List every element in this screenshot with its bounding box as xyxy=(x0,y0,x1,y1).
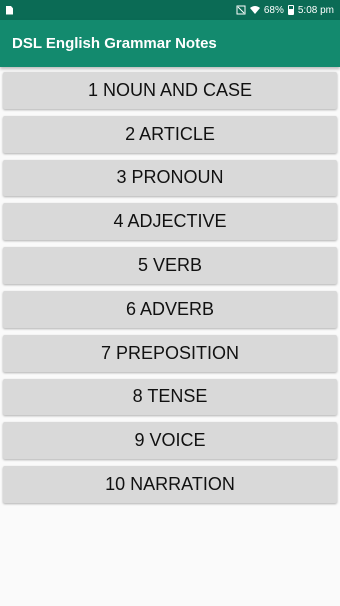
topic-button-pronoun[interactable]: 3 PRONOUN xyxy=(3,159,337,197)
clock-time: 5:08 pm xyxy=(297,4,334,16)
topic-button-adjective[interactable]: 4 ADJECTIVE xyxy=(3,203,337,241)
mute-icon xyxy=(236,5,246,15)
topic-button-adverb[interactable]: 6 ADVERB xyxy=(3,290,337,328)
topic-list: 1 NOUN AND CASE 2 ARTICLE 3 PRONOUN 4 AD… xyxy=(0,67,340,503)
topic-button-tense[interactable]: 8 TENSE xyxy=(3,378,337,416)
battery-icon xyxy=(287,5,294,15)
wifi-icon xyxy=(249,6,260,14)
status-right: 68% 5:08 pm xyxy=(236,5,334,16)
topic-button-article[interactable]: 2 ARTICLE xyxy=(3,115,337,153)
battery-percent: 68% xyxy=(263,4,284,16)
topic-button-narration[interactable]: 10 NARRATION xyxy=(3,466,337,503)
sim-icon xyxy=(6,5,13,15)
topic-button-voice[interactable]: 9 VOICE xyxy=(3,422,337,460)
topic-button-preposition[interactable]: 7 PREPOSITION xyxy=(3,334,337,372)
app-bar: DSL English Grammar Notes xyxy=(0,20,340,67)
topic-button-noun-and-case[interactable]: 1 NOUN AND CASE xyxy=(3,72,337,109)
status-bar: 68% 5:08 pm xyxy=(0,0,340,20)
topic-button-verb[interactable]: 5 VERB xyxy=(3,247,337,284)
app-title: DSL English Grammar Notes xyxy=(12,35,217,52)
status-left xyxy=(6,5,13,15)
